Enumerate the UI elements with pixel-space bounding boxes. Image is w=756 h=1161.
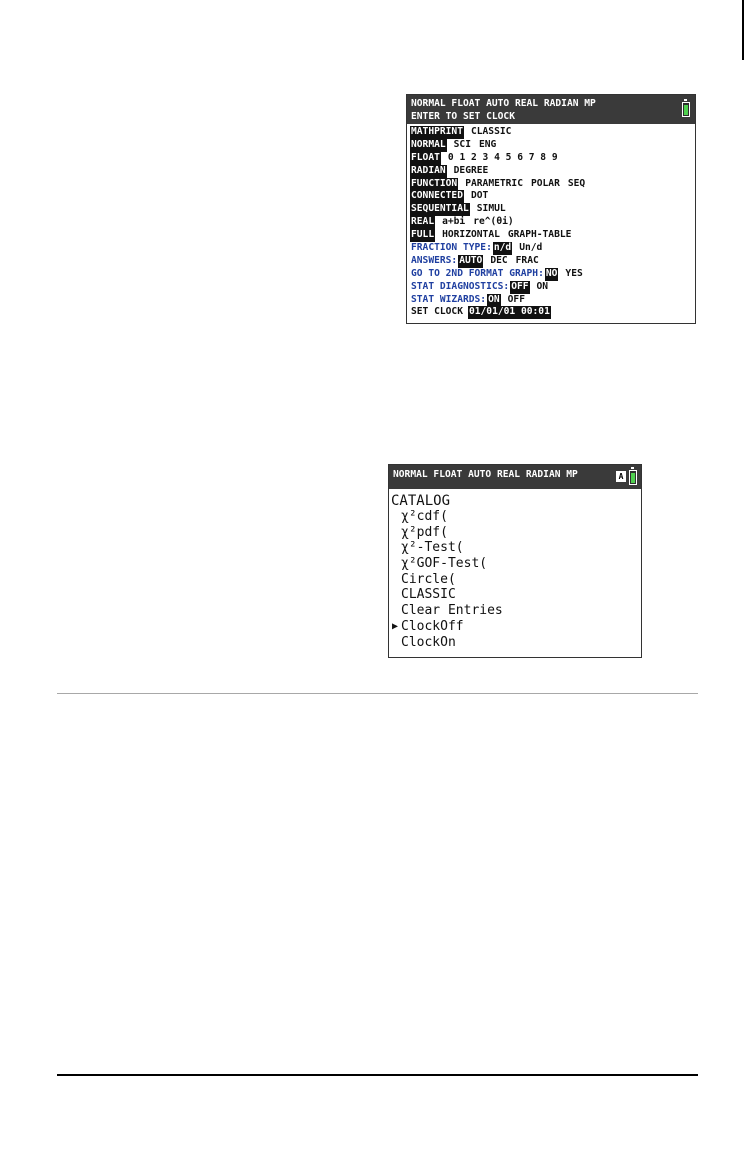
mode-option[interactable]: FRAC [515, 255, 540, 268]
mode-option[interactable]: YES [564, 268, 583, 281]
mode-option[interactable]: a+bi [441, 216, 466, 229]
mode-option-selected[interactable]: RADIAN [410, 164, 447, 178]
mode-option-selected[interactable]: NORMAL [410, 138, 447, 152]
status-mode-summary: NORMAL FLOAT AUTO REAL RADIAN MP [393, 469, 578, 480]
mode-option[interactable]: OFF [507, 294, 526, 307]
catalog-screen: NORMAL FLOAT AUTO REAL RADIAN MP A CATAL… [388, 464, 642, 658]
mode-label: GO TO 2ND FORMAT GRAPH: [411, 267, 544, 279]
mode-option[interactable]: SEQ [567, 178, 586, 191]
mode-option-selected[interactable]: OFF [510, 280, 530, 294]
mode-option-selected[interactable]: AUTO [458, 254, 484, 268]
mode-option[interactable]: re^(θi) [472, 216, 514, 229]
mode-option-selected[interactable]: ON [487, 293, 501, 307]
mode-row-float[interactable]: FLOAT 0 1 2 3 4 5 6 7 8 9 [410, 151, 692, 165]
mode-option[interactable]: 0 1 2 3 4 5 6 7 8 9 [447, 152, 559, 165]
mode-row-number-format[interactable]: REAL a+bi re^(θi) [410, 216, 692, 230]
mode-row-stat-wizards[interactable]: STAT WIZARDS: ON OFF [410, 293, 692, 307]
mode-option[interactable]: Un/d [518, 242, 543, 255]
mode-option[interactable]: DEGREE [453, 165, 490, 178]
mode-row-screen-split[interactable]: FULL HORIZONTAL GRAPH-TABLE [410, 229, 692, 243]
catalog-item[interactable]: χ²GOF-Test( [391, 556, 637, 572]
battery-icon [682, 99, 690, 117]
mode-option[interactable]: HORIZONTAL [441, 229, 501, 242]
mode-screen: NORMAL FLOAT AUTO REAL RADIAN MP ENTER T… [406, 94, 696, 324]
mode-option[interactable]: CLASSIC [470, 126, 512, 139]
mode-option[interactable]: SCI [453, 139, 472, 152]
mode-row-notation[interactable]: NORMAL SCI ENG [410, 138, 692, 152]
catalog-item[interactable]: CLASSIC [391, 587, 637, 603]
battery-icon [629, 467, 637, 485]
alpha-indicator: A [616, 471, 626, 482]
mode-row-graph-order[interactable]: SEQUENTIAL SIMUL [410, 203, 692, 217]
catalog-item[interactable]: Circle( [391, 572, 637, 588]
catalog-item[interactable]: χ²cdf( [391, 509, 637, 525]
mode-row-angle[interactable]: RADIAN DEGREE [410, 164, 692, 178]
status-mode-summary: NORMAL FLOAT AUTO REAL RADIAN MP [411, 98, 596, 109]
mode-option-selected[interactable]: n/d [492, 242, 513, 255]
mode-row-stat-diagnostics[interactable]: STAT DIAGNOSTICS: OFF ON [410, 280, 692, 294]
mode-label: SET CLOCK [411, 306, 463, 318]
mode-status-bar: NORMAL FLOAT AUTO REAL RADIAN MP ENTER T… [407, 95, 695, 124]
catalog-item[interactable]: Clear Entries [391, 603, 637, 619]
mode-option-selected[interactable]: FULL [410, 229, 436, 243]
catalog-item-selected[interactable]: ▶ ClockOff [391, 619, 637, 635]
catalog-item[interactable]: ClockOn [391, 635, 637, 651]
mode-option-selected[interactable]: NO [544, 267, 559, 281]
mode-option[interactable]: POLAR [530, 178, 561, 191]
mode-option-selected[interactable]: REAL [410, 216, 436, 230]
mode-option[interactable]: ON [536, 281, 550, 294]
mode-label: STAT WIZARDS: [411, 293, 487, 305]
mode-label: STAT DIAGNOSTICS: [411, 280, 510, 292]
catalog-item[interactable]: χ²pdf( [391, 525, 637, 541]
catalog-item-label: ClockOff [401, 618, 464, 634]
clock-value[interactable]: 01/01/01 00:01 [467, 306, 551, 320]
mode-settings-list: MATHPRINT CLASSIC NORMAL SCI ENG FLOAT 0 1 2… [407, 124, 695, 320]
catalog-status-bar: NORMAL FLOAT AUTO REAL RADIAN MP A [389, 465, 641, 489]
mode-option[interactable]: PARAMETRIC [464, 178, 524, 191]
mode-row-set-clock[interactable]: SET CLOCK 01/01/01 00:01 [410, 306, 692, 320]
mode-row-mathprint[interactable]: MATHPRINT CLASSIC [410, 126, 692, 139]
mode-option-selected[interactable]: MATHPRINT [410, 126, 464, 139]
mode-option[interactable]: DEC [489, 255, 508, 268]
catalog-title: CATALOG [391, 493, 451, 509]
mode-option[interactable]: SIMUL [476, 203, 507, 216]
section-divider [57, 693, 698, 694]
catalog-item[interactable]: χ²-Test( [391, 540, 637, 556]
mode-label: FRACTION TYPE: [411, 242, 492, 254]
cursor-arrow-icon: ▶ [392, 620, 399, 632]
page-cut-line [742, 0, 744, 60]
mode-row-answers[interactable]: ANSWERS: AUTO DEC FRAC [410, 254, 692, 268]
mode-option[interactable]: DOT [470, 190, 489, 203]
mode-option-selected[interactable]: FLOAT [410, 151, 441, 165]
mode-row-format-graph[interactable]: GO TO 2ND FORMAT GRAPH: NO YES [410, 267, 692, 281]
status-hint: ENTER TO SET CLOCK [411, 111, 515, 122]
mode-option[interactable]: ENG [478, 139, 497, 152]
footer-rule [57, 1074, 698, 1076]
mode-row-graph-type[interactable]: FUNCTION PARAMETRIC POLAR SEQ [410, 177, 692, 191]
mode-label: ANSWERS: [411, 254, 458, 266]
mode-option[interactable]: GRAPH-TABLE [507, 229, 573, 242]
mode-row-plot-style[interactable]: CONNECTED DOT [410, 190, 692, 204]
mode-row-fraction-type[interactable]: FRACTION TYPE: n/d Un/d [410, 242, 692, 255]
mode-option-selected[interactable]: FUNCTION [410, 177, 459, 191]
mode-option-selected[interactable]: SEQUENTIAL [410, 203, 470, 217]
mode-option-selected[interactable]: CONNECTED [410, 190, 464, 204]
catalog-list: CATALOG χ²cdf( χ²pdf( χ²-Test( χ²GOF-Tes… [389, 489, 641, 650]
